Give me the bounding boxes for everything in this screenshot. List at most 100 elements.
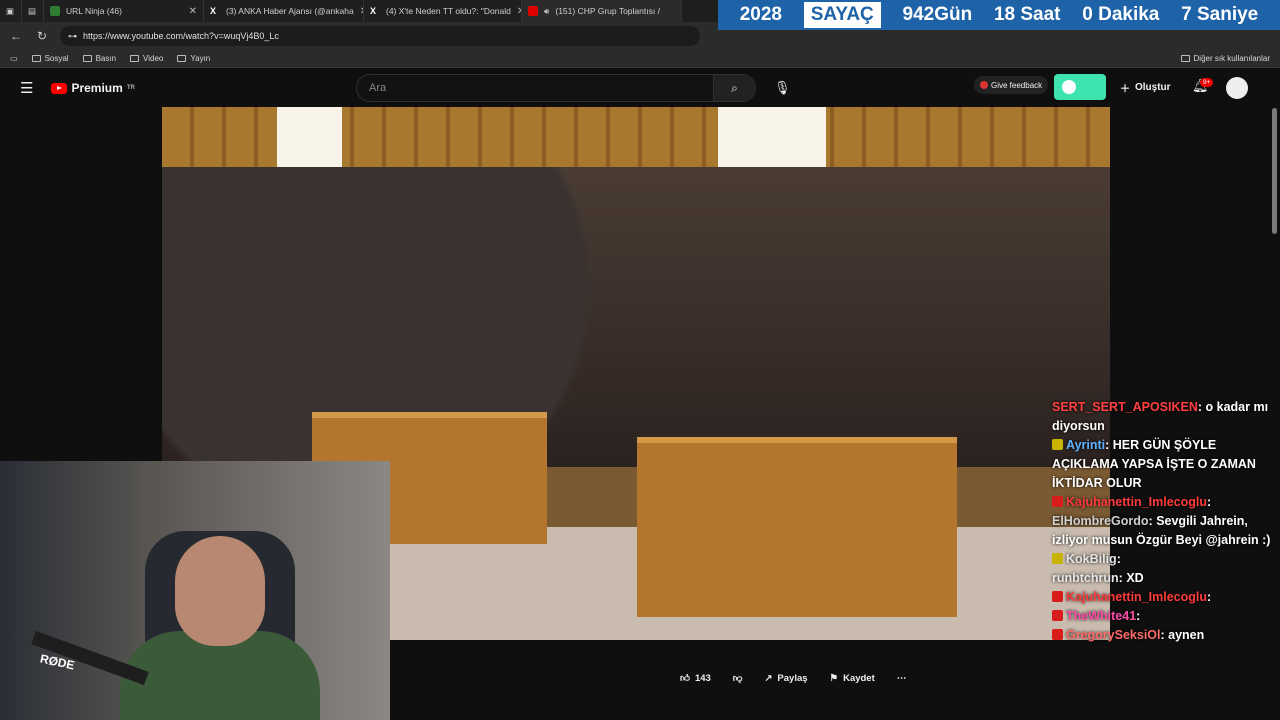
share-button[interactable]: ↗ Paylaş <box>764 673 807 684</box>
counter-minutes: 0 <box>1082 4 1093 25</box>
chat-text: aynen <box>1168 628 1205 642</box>
chat-username[interactable]: Kajuhanettin_Imlecoglu <box>1066 495 1207 509</box>
bookmark-folder-sosyal[interactable]: Sosyal <box>31 54 69 63</box>
tab-x-trends[interactable]: X (4) X'te Neden TT oldu?: "Donald ✕ <box>364 0 522 22</box>
page-scrollbar[interactable] <box>1272 108 1277 234</box>
reload-icon[interactable]: ↻ <box>34 29 50 43</box>
like-count: 143 <box>694 672 711 684</box>
logo-text: Premium <box>71 81 123 95</box>
site-info-icon[interactable]: ⊶ <box>68 31 77 42</box>
counter-days: 942 <box>902 4 935 25</box>
chat-badge-icon <box>1052 591 1063 602</box>
chat-badge-icon <box>1052 610 1063 621</box>
counter-days-unit: Gün <box>934 4 973 25</box>
plus-icon: ＋ <box>1120 84 1130 95</box>
chat-separator: : <box>1207 590 1212 604</box>
chat-message: SERT_SERT_APOSIKEN: o kadar mı diyorsun <box>1048 398 1280 436</box>
more-actions-button[interactable]: ⋯ <box>897 673 907 684</box>
chat-separator: : <box>1160 628 1169 642</box>
microphone-icon[interactable]: 🎙︎ <box>774 80 791 96</box>
like-button[interactable]: 👍︎ 143 <box>680 672 711 685</box>
chat-message: runbtchrun: XD <box>1048 569 1280 588</box>
counter-label: SAYAÇ <box>803 2 881 28</box>
chat-separator: : <box>1207 495 1212 509</box>
counter-minutes-unit: Dakika <box>1098 4 1160 25</box>
bookmark-folder-video[interactable]: Video <box>130 54 163 63</box>
bookmark-label: Basın <box>95 54 117 63</box>
url-text: https://www.youtube.com/watch?v=wuqVj4B0… <box>83 31 279 41</box>
speaker-icon[interactable]: 🔊︎ <box>544 6 549 17</box>
youtube-header: ☰ Premium TR ⌕ 🎙︎ Give feedback ＋ Oluştur… <box>0 68 1280 108</box>
video-desk <box>637 437 957 617</box>
chat-badge-icon <box>1052 629 1063 640</box>
video-audience <box>162 167 1110 467</box>
folder-icon <box>31 55 41 62</box>
bookmark-label: Diğer sık kullanılanlar <box>1193 54 1270 63</box>
chat-message: KokBilig: <box>1048 550 1280 569</box>
counter-year: 2028 <box>739 4 783 25</box>
dislike-button[interactable]: 👎︎ <box>733 672 743 684</box>
chat-message: ElHombreGordo: Sevgili Jahrein, izliyor … <box>1048 512 1280 550</box>
streamer-webcam: RØDE <box>0 461 390 720</box>
tab-label: (3) ANKA Haber Ajansı (@ankaha <box>226 6 354 16</box>
chat-username[interactable]: runbtchrun <box>1052 571 1119 585</box>
search-icon: ⌕ <box>731 80 738 95</box>
folder-icon <box>130 55 140 62</box>
chat-username[interactable]: Ayrinti <box>1066 438 1105 452</box>
tab-label: (151) CHP Grup Toplantısı / <box>555 6 660 16</box>
bookmark-icon: ⚑ <box>829 672 839 684</box>
other-bookmarks[interactable]: Diğer sık kullanılanlar <box>1180 54 1270 63</box>
tab-label: (4) X'te Neden TT oldu?: "Donald <box>386 6 511 16</box>
tab-favicon-icon <box>50 6 60 16</box>
chat-username[interactable]: SERT_SERT_APOSIKEN <box>1052 400 1198 414</box>
search-input[interactable] <box>357 82 713 94</box>
chat-text: XD <box>1126 571 1144 585</box>
notification-count-badge: 9+ <box>1200 78 1214 87</box>
create-button[interactable]: ＋ Oluştur <box>1120 80 1171 95</box>
chat-username[interactable]: ElHombreGordo <box>1052 514 1149 528</box>
bookmark-folder-basin[interactable]: Basın <box>82 54 117 63</box>
tab-actions-icon[interactable]: ▣ <box>0 0 22 22</box>
bookmark-folder-yayin[interactable]: Yayın <box>177 54 210 63</box>
url-field[interactable]: ⊶ https://www.youtube.com/watch?v=wuqVj4… <box>60 26 700 46</box>
create-label: Oluştur <box>1135 82 1171 93</box>
share-icon: ↗ <box>764 672 773 684</box>
folder-icon <box>82 55 92 62</box>
save-button[interactable]: ⚑ Kaydet <box>830 673 875 684</box>
bookmark-label: Sosyal <box>44 54 69 63</box>
back-arrow-icon[interactable]: ← <box>8 29 24 43</box>
counter-seconds: 7 <box>1181 4 1192 25</box>
bookmarks-bar: ▭ Sosyal Basın Video Yayın Diğer sık kul… <box>0 50 1280 68</box>
search-box: ⌕ <box>356 74 756 102</box>
thumbs-down-icon: 👎︎ <box>732 673 743 684</box>
webcam-person-face <box>175 536 265 646</box>
youtube-logo[interactable]: Premium TR <box>51 81 135 95</box>
chat-message: GregorySeksiOl: aynen <box>1048 626 1280 645</box>
folder-icon <box>177 55 187 62</box>
feedback-icon <box>980 81 988 89</box>
chat-separator: : <box>1197 400 1206 414</box>
avatar[interactable] <box>1226 77 1248 99</box>
chat-username[interactable]: GregorySeksiOl <box>1066 628 1161 642</box>
counter-seconds-unit: Saniye <box>1196 4 1259 25</box>
chat-username[interactable]: TheWhite41 <box>1066 609 1136 623</box>
menu-icon[interactable]: ☰ <box>20 79 33 97</box>
tab-anka[interactable]: X (3) ANKA Haber Ajansı (@ankaha ✕ <box>204 0 364 22</box>
tab-overview-icon[interactable]: ▤ <box>22 0 44 22</box>
chat-separator: : <box>1105 438 1113 452</box>
search-button[interactable]: ⌕ <box>713 75 755 101</box>
tab-url-ninja[interactable]: URL Ninja (46) ✕ <box>44 0 204 22</box>
give-feedback-button[interactable]: Give feedback <box>974 76 1049 94</box>
chat-username[interactable]: Kajuhanettin_Imlecoglu <box>1066 590 1207 604</box>
youtube-play-icon <box>51 82 68 94</box>
tab-youtube-active[interactable]: 🔊︎ (151) CHP Grup Toplantısı / <box>522 0 682 22</box>
x-logo-icon: X <box>210 6 217 16</box>
chat-badge-icon <box>1052 496 1063 507</box>
chat-badge-icon <box>1052 553 1063 564</box>
countdown-banner: 2028 SAYAÇ 942Gün 18 Saat 0 Dakika 7 San… <box>718 0 1280 30</box>
chat-username[interactable]: KokBilig <box>1066 552 1117 566</box>
counter-hours-unit: Saat <box>1020 4 1061 25</box>
tab-close-icon[interactable]: ✕ <box>189 6 197 17</box>
extension-toggle[interactable] <box>1054 74 1106 100</box>
reading-list-icon[interactable]: ▭ <box>10 54 18 63</box>
